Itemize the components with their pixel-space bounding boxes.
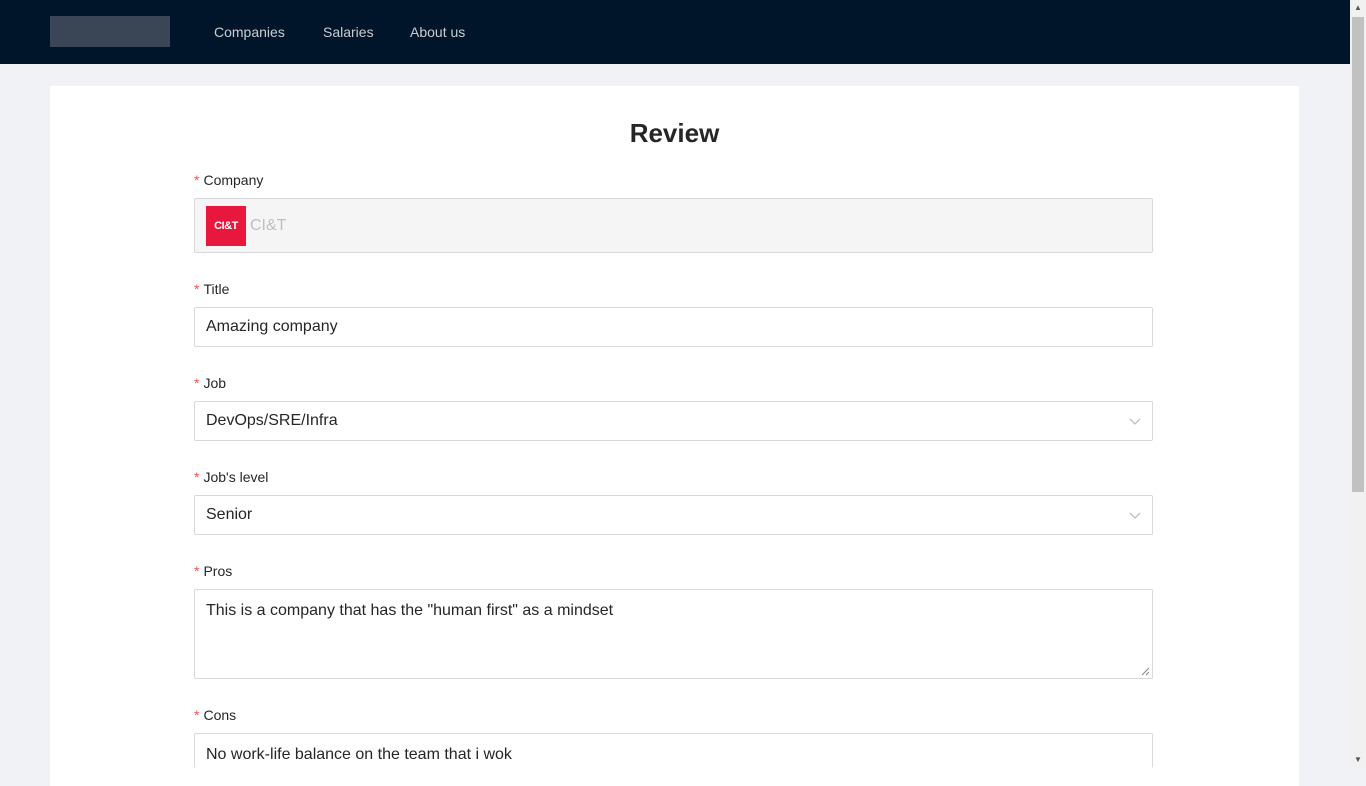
- scroll-up-arrow-icon[interactable]: ▲: [1350, 0, 1366, 16]
- company-label: * Company: [194, 172, 264, 188]
- pros-label: * Pros: [194, 563, 233, 579]
- job-select-value: DevOps/SRE/Infra: [206, 412, 338, 429]
- scroll-down-arrow-icon[interactable]: ▼: [1350, 752, 1366, 768]
- company-name: CI&T: [250, 216, 287, 234]
- cons-label: * Cons: [194, 707, 237, 723]
- nav-item-about-us[interactable]: About us: [410, 22, 465, 42]
- job-level-label: * Job's level: [194, 469, 269, 485]
- top-navbar: Companies Salaries About us: [0, 0, 1350, 64]
- job-label: * Job: [194, 375, 227, 391]
- pros-textarea[interactable]: This is a company that has the "human fi…: [194, 589, 1153, 679]
- cons-textarea[interactable]: No work-life balance on the team that i …: [194, 733, 1153, 768]
- required-mark: *: [194, 563, 200, 579]
- scrollbar-thumb[interactable]: [1352, 17, 1364, 492]
- job-select[interactable]: DevOps/SRE/Infra: [194, 401, 1153, 441]
- required-mark: *: [194, 375, 200, 391]
- title-input-value: Amazing company: [206, 318, 338, 335]
- site-logo[interactable]: [50, 16, 170, 47]
- company-logo: CI&T: [206, 206, 246, 246]
- resize-handle-icon[interactable]: [1141, 667, 1150, 676]
- page-title: Review: [629, 118, 720, 148]
- chevron-down-icon: [1129, 512, 1141, 519]
- company-field: CI&T CI&T: [194, 198, 1153, 253]
- title-label: * Title: [194, 281, 230, 297]
- cons-textarea-value: No work-life balance on the team that i …: [206, 746, 512, 763]
- pros-textarea-value: This is a company that has the "human fi…: [206, 602, 614, 619]
- nav-item-companies[interactable]: Companies: [214, 22, 285, 42]
- nav-item-salaries[interactable]: Salaries: [323, 22, 374, 42]
- job-level-select[interactable]: Senior: [194, 495, 1153, 535]
- required-mark: *: [194, 172, 200, 188]
- required-mark: *: [194, 707, 200, 723]
- job-level-select-value: Senior: [206, 506, 253, 523]
- chevron-down-icon: [1129, 418, 1141, 425]
- required-mark: *: [194, 281, 200, 297]
- title-input[interactable]: Amazing company: [194, 307, 1153, 347]
- required-mark: *: [194, 469, 200, 485]
